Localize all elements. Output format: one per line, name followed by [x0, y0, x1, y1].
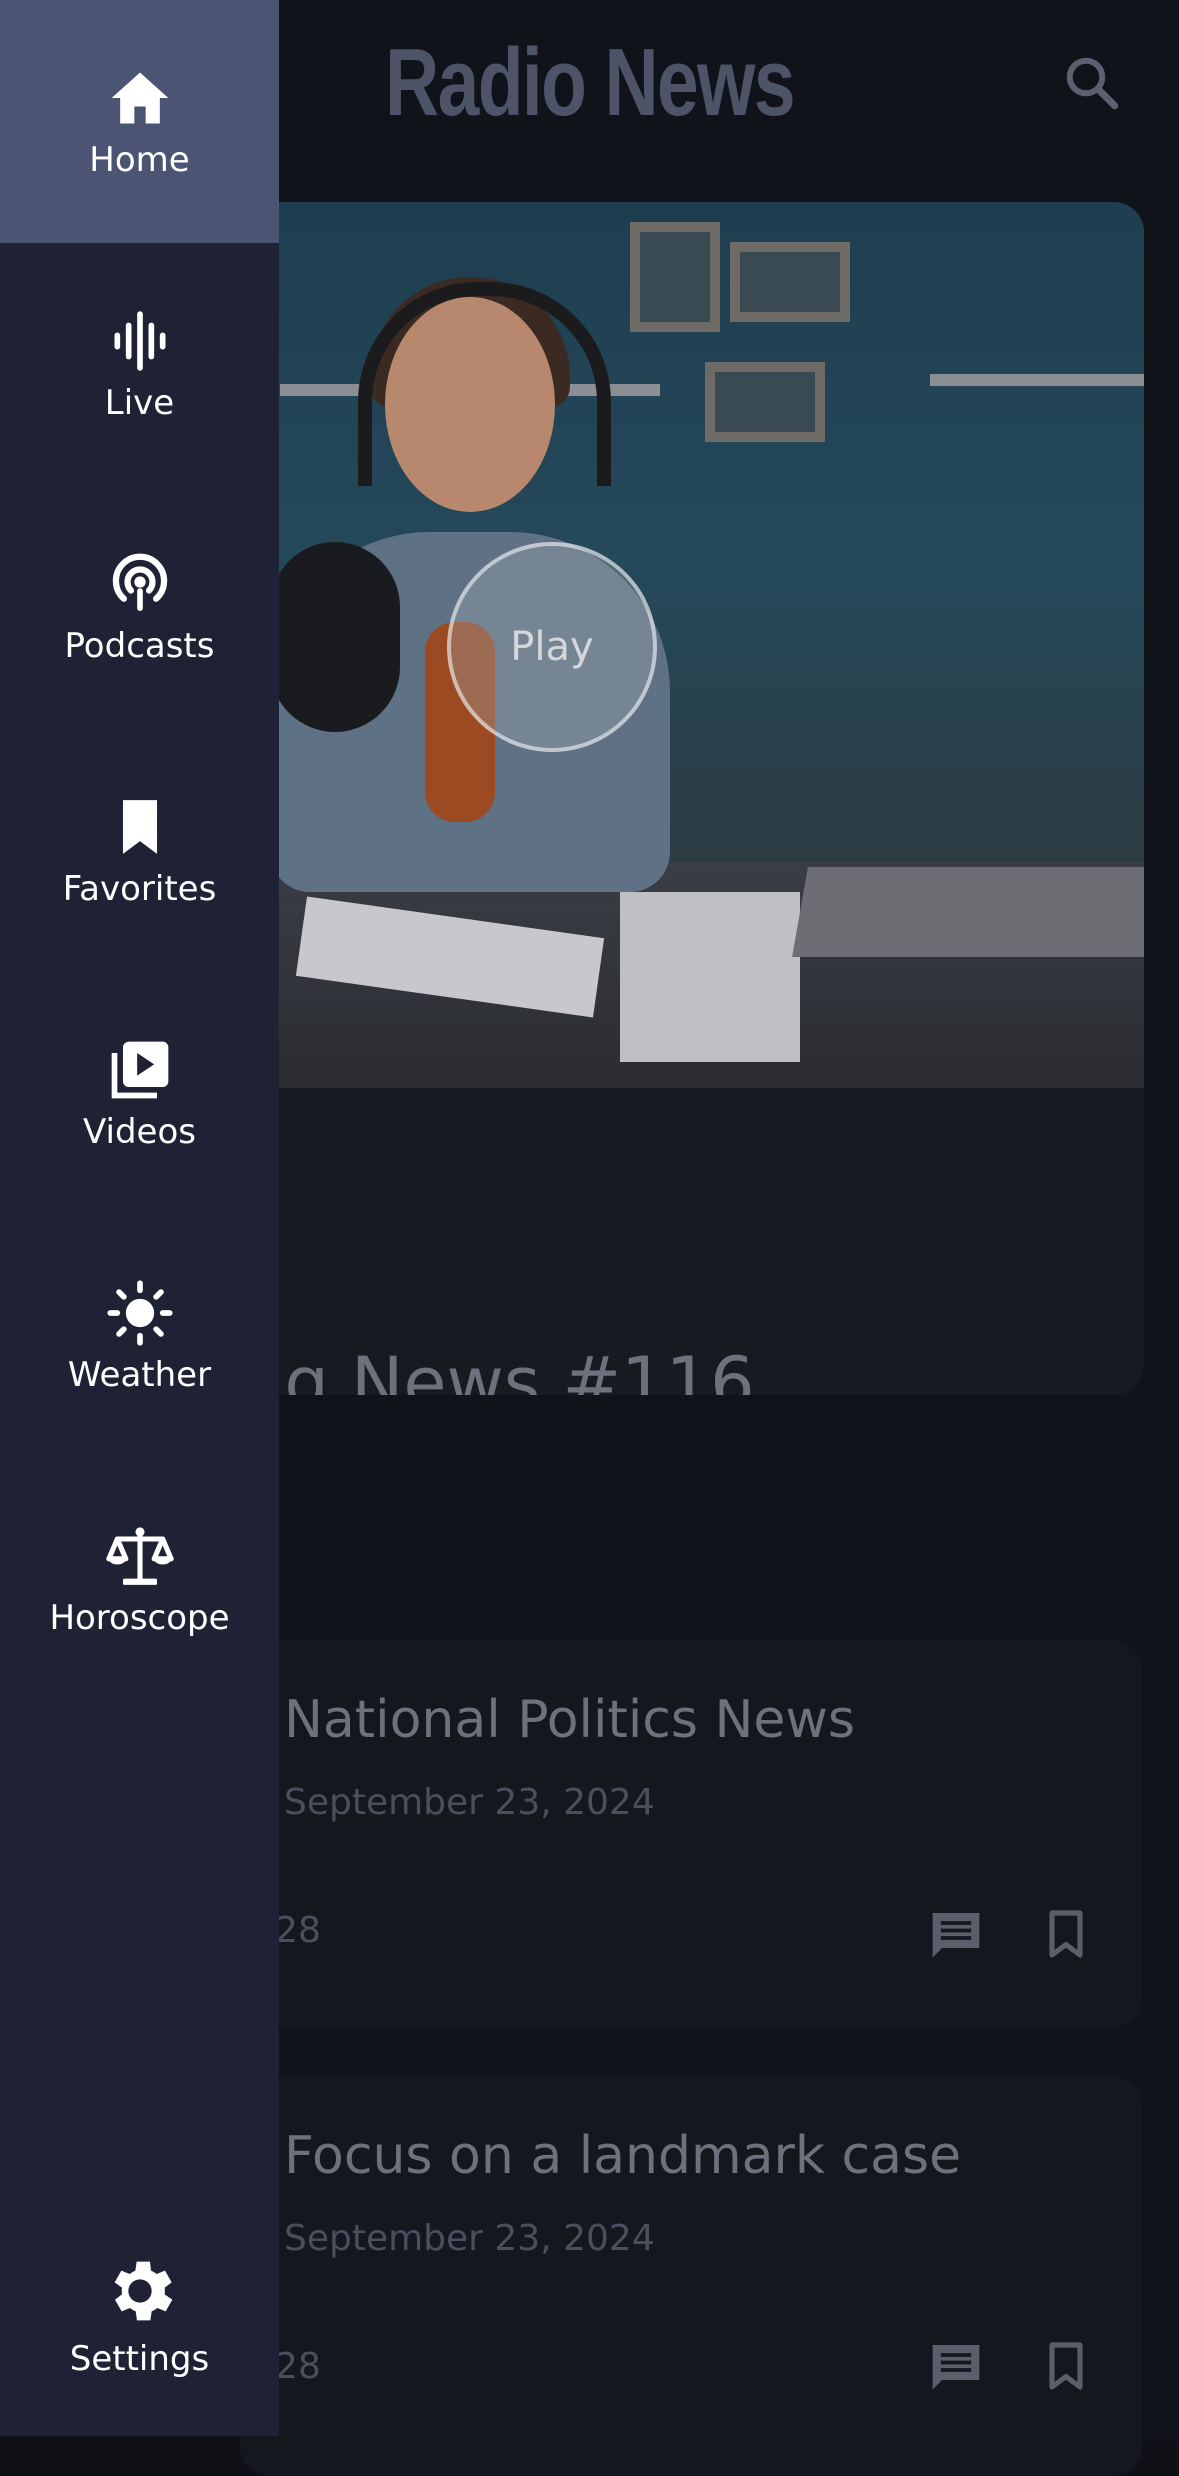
home-icon: [111, 72, 168, 123]
gear-icon: [114, 2261, 172, 2320]
scales-icon: [105, 1526, 174, 1585]
nav-item-home[interactable]: Home: [0, 0, 279, 243]
nav-item-favorites[interactable]: Favorites: [0, 729, 279, 972]
nav-item-label: Home: [89, 139, 190, 180]
search-icon: [1066, 57, 1119, 110]
nav-item-label: Live: [104, 382, 175, 423]
nav-item-weather[interactable]: Weather: [0, 1215, 279, 1458]
nav-item-label: Podcasts: [64, 625, 215, 666]
bookmark-button[interactable]: [1038, 2338, 1094, 2394]
featured-episode-card[interactable]: Play ng News #116 go: [240, 202, 1144, 1395]
bookmark-outline-icon: [1049, 2342, 1083, 2390]
podcast-icon: [112, 553, 167, 611]
navigation-drawer: Home Live Podcasts Favorites Videos Weat…: [0, 0, 279, 2436]
nav-item-settings[interactable]: Settings: [0, 2193, 279, 2436]
nav-item-label: Weather: [67, 1354, 212, 1395]
episode-date: September 23, 2024: [284, 1782, 655, 1823]
comment-icon: [932, 2345, 980, 2390]
episode-date: September 23, 2024: [284, 2218, 655, 2259]
nav-item-live[interactable]: Live: [0, 243, 279, 486]
bookmark-icon: [122, 799, 157, 854]
bookmark-outline-icon: [1049, 1910, 1083, 1958]
nav-item-videos[interactable]: Videos: [0, 972, 279, 1215]
nav-item-podcasts[interactable]: Podcasts: [0, 486, 279, 729]
nav-item-label: Videos: [83, 1111, 196, 1152]
video-library-icon: [111, 1041, 168, 1098]
featured-episode-title: ng News #116: [240, 1342, 755, 1395]
nav-item-label: Horoscope: [49, 1597, 230, 1638]
episode-title: Focus on a landmark case: [284, 2126, 962, 2186]
comment-button[interactable]: [928, 2338, 984, 2394]
search-button[interactable]: [1061, 52, 1121, 112]
bookmark-button[interactable]: [1038, 1906, 1094, 1962]
featured-episode-image: Play: [240, 202, 1144, 1088]
sun-icon: [106, 1279, 173, 1346]
nav-item-horoscope[interactable]: Horoscope: [0, 1458, 279, 1701]
play-button[interactable]: Play: [447, 542, 657, 752]
nav-item-label: Settings: [69, 2338, 210, 2379]
comment-button[interactable]: [928, 1906, 984, 1962]
live-waveform-icon: [114, 310, 166, 371]
nav-item-label: Favorites: [62, 868, 217, 909]
comment-icon: [932, 1913, 980, 1958]
episode-title: National Politics News: [284, 1690, 855, 1750]
